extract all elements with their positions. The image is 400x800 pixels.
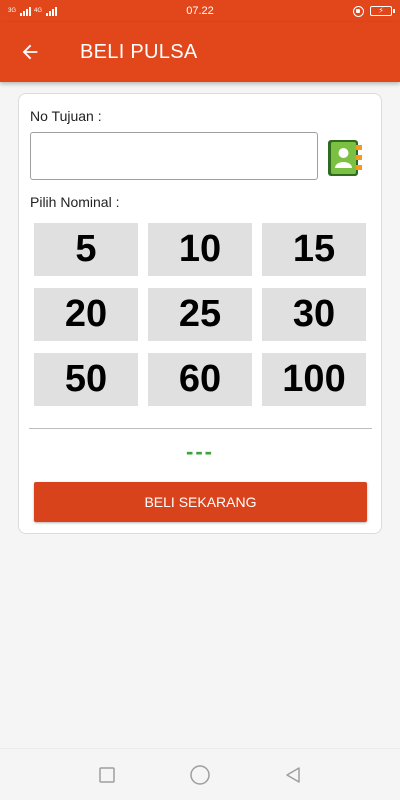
arrow-left-icon xyxy=(22,44,38,60)
nominal-option-25[interactable]: 25 xyxy=(148,288,252,341)
nominal-option-50[interactable]: 50 xyxy=(34,353,138,406)
nominal-grid: 5 10 15 20 25 30 50 60 100 xyxy=(34,223,366,406)
status-bar: 3G 4G 07.22 ⚡ xyxy=(0,0,400,22)
square-recents-icon xyxy=(98,766,115,783)
network-type-2: 4G xyxy=(34,8,43,14)
page-title: BELI PULSA xyxy=(80,40,198,63)
back-button[interactable] xyxy=(0,22,60,82)
nominal-option-30[interactable]: 30 xyxy=(262,288,366,341)
destination-label: No Tujuan : xyxy=(30,108,102,124)
contact-picker-button[interactable] xyxy=(326,139,364,177)
circle-home-icon xyxy=(190,764,210,785)
system-back-button[interactable] xyxy=(273,755,313,795)
destination-number-input[interactable] xyxy=(30,132,318,180)
nominal-option-5[interactable]: 5 xyxy=(34,223,138,276)
nominal-option-20[interactable]: 20 xyxy=(34,288,138,341)
nominal-option-10[interactable]: 10 xyxy=(148,223,252,276)
home-button[interactable] xyxy=(180,755,220,795)
nominal-label: Pilih Nominal : xyxy=(30,194,120,210)
selected-nominal-display: --- xyxy=(186,439,214,464)
status-time: 07.22 xyxy=(186,5,214,17)
app-bar: BELI PULSA xyxy=(0,22,400,82)
signal-icon xyxy=(20,6,32,16)
buy-now-button[interactable]: BELI SEKARANG xyxy=(34,482,367,522)
nominal-option-15[interactable]: 15 xyxy=(262,223,366,276)
system-nav-bar xyxy=(0,748,400,800)
purchase-card: No Tujuan : Pilih Nominal : 5 10 15 20 2… xyxy=(18,93,382,534)
status-right: ⚡ xyxy=(353,5,395,17)
triangle-back-icon xyxy=(286,766,301,783)
divider xyxy=(29,428,372,429)
recents-button[interactable] xyxy=(87,755,127,795)
network-type-1: 3G xyxy=(8,8,17,14)
signal-icon-2 xyxy=(46,6,58,16)
nominal-option-100[interactable]: 100 xyxy=(262,353,366,406)
nominal-option-60[interactable]: 60 xyxy=(148,353,252,406)
battery-icon: ⚡ xyxy=(370,6,395,16)
contact-book-icon xyxy=(328,140,362,176)
rotation-lock-icon xyxy=(353,5,364,17)
status-left: 3G 4G xyxy=(8,6,58,16)
